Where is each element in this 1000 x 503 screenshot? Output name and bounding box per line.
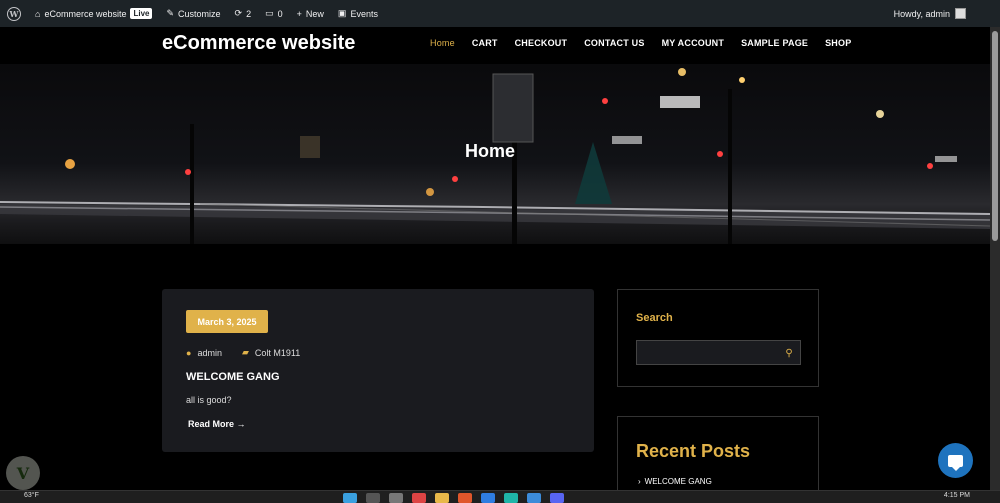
search-input[interactable] xyxy=(637,341,777,364)
app-icon-orange[interactable] xyxy=(458,493,472,503)
nav-cart[interactable]: CART xyxy=(472,38,498,48)
nav-checkout[interactable]: CHECKOUT xyxy=(515,38,568,48)
my-account-menu[interactable]: Howdy, admin xyxy=(894,0,966,27)
read-more-label: Read More xyxy=(188,419,235,429)
mail-icon[interactable] xyxy=(527,493,541,503)
events-link[interactable]: ▣ Events xyxy=(331,0,385,27)
folder-taskbar-icon[interactable] xyxy=(435,493,449,503)
chat-button[interactable] xyxy=(938,443,973,478)
plus-icon: + xyxy=(296,8,302,19)
updates-count: 2 xyxy=(246,8,252,19)
recent-posts-title: Recent Posts xyxy=(636,441,751,461)
browser-icon[interactable] xyxy=(504,493,518,503)
wordpress-menu[interactable]: W xyxy=(0,0,28,27)
updates-link[interactable]: ⟳ 2 xyxy=(228,0,259,27)
chat-bubble-icon xyxy=(948,454,963,471)
search-box: ⚲ xyxy=(636,340,801,365)
events-label: Events xyxy=(350,8,378,19)
start-icon[interactable] xyxy=(343,493,357,503)
chevron-right-icon: › xyxy=(638,477,641,486)
wordpress-logo-icon: W xyxy=(7,6,21,21)
nav-home[interactable]: Home xyxy=(430,38,455,48)
arrow-right-icon: → xyxy=(236,419,246,429)
nav-my-account[interactable]: MY ACCOUNT xyxy=(662,38,725,48)
post-author[interactable]: admin xyxy=(197,348,222,358)
recent-post-item[interactable]: › WELCOME GANG xyxy=(638,477,712,486)
hero-banner: Home xyxy=(0,64,990,244)
post-title[interactable]: WELCOME GANG xyxy=(186,371,280,383)
folder-icon: ▰ xyxy=(241,347,249,357)
post-date-badge[interactable]: March 3, 2025 xyxy=(186,310,268,333)
recent-post-label: WELCOME GANG xyxy=(644,477,712,486)
post-card: March 3, 2025 ● admin ▰ Colt M1911 WELCO… xyxy=(162,289,594,452)
taskbar-clock[interactable]: 4:15 PM xyxy=(944,492,970,499)
admin-bar: W ⌂ eCommerce website Live ✎ Customize ⟳… xyxy=(0,0,1000,27)
customize-label: Customize xyxy=(178,8,221,19)
calendar-icon: ▣ xyxy=(337,8,347,18)
avatar xyxy=(955,8,966,19)
live-badge: Live xyxy=(130,8,153,19)
brush-icon: ✎ xyxy=(166,8,175,18)
comment-icon: ▭ xyxy=(265,8,274,18)
user-icon: ● xyxy=(186,347,192,358)
customize-link[interactable]: ✎ Customize xyxy=(159,0,227,27)
site-title[interactable]: eCommerce website xyxy=(162,32,355,55)
app-icon-red[interactable] xyxy=(412,493,426,503)
comments-count: 0 xyxy=(277,8,283,19)
taskbar-apps xyxy=(343,493,564,503)
comments-link[interactable]: ▭ 0 xyxy=(258,0,290,27)
house-icon: ⌂ xyxy=(35,8,41,19)
new-label: New xyxy=(305,8,324,19)
main-navigation: Home CART CHECKOUT CONTACT US MY ACCOUNT… xyxy=(430,38,851,48)
read-more-link[interactable]: Read More → xyxy=(188,419,246,429)
nav-sample-page[interactable]: SAMPLE PAGE xyxy=(741,38,808,48)
search-taskbar-icon[interactable] xyxy=(366,493,380,503)
floating-logo-icon[interactable]: V xyxy=(6,456,40,490)
site-name-link[interactable]: ⌂ eCommerce website Live xyxy=(28,0,159,27)
updates-icon: ⟳ xyxy=(234,8,243,18)
scrollbar-thumb[interactable] xyxy=(992,31,998,241)
app-icon-blue[interactable] xyxy=(481,493,495,503)
search-widget-title: Search xyxy=(636,312,673,324)
search-icon[interactable]: ⚲ xyxy=(781,345,797,361)
nav-shop[interactable]: SHOP xyxy=(825,38,851,48)
hero-title: Home xyxy=(464,141,515,161)
chat-app-icon[interactable] xyxy=(550,493,564,503)
admin-site-name: eCommerce website xyxy=(44,8,127,19)
nav-contact-us[interactable]: CONTACT US xyxy=(584,38,644,48)
post-category[interactable]: Colt M1911 xyxy=(255,348,300,358)
howdy-text: Howdy, admin xyxy=(893,8,950,19)
page-scrollbar[interactable] xyxy=(990,27,1000,490)
weather-text[interactable]: 63°F xyxy=(24,492,39,499)
post-excerpt: all is good? xyxy=(186,395,232,405)
post-meta: ● admin ▰ Colt M1911 xyxy=(186,347,300,358)
new-content-link[interactable]: + New xyxy=(290,0,331,27)
taskview-icon[interactable] xyxy=(389,493,403,503)
search-widget: Search ⚲ xyxy=(617,289,819,387)
os-taskbar: 63°F 4:15 PM xyxy=(0,490,1000,503)
